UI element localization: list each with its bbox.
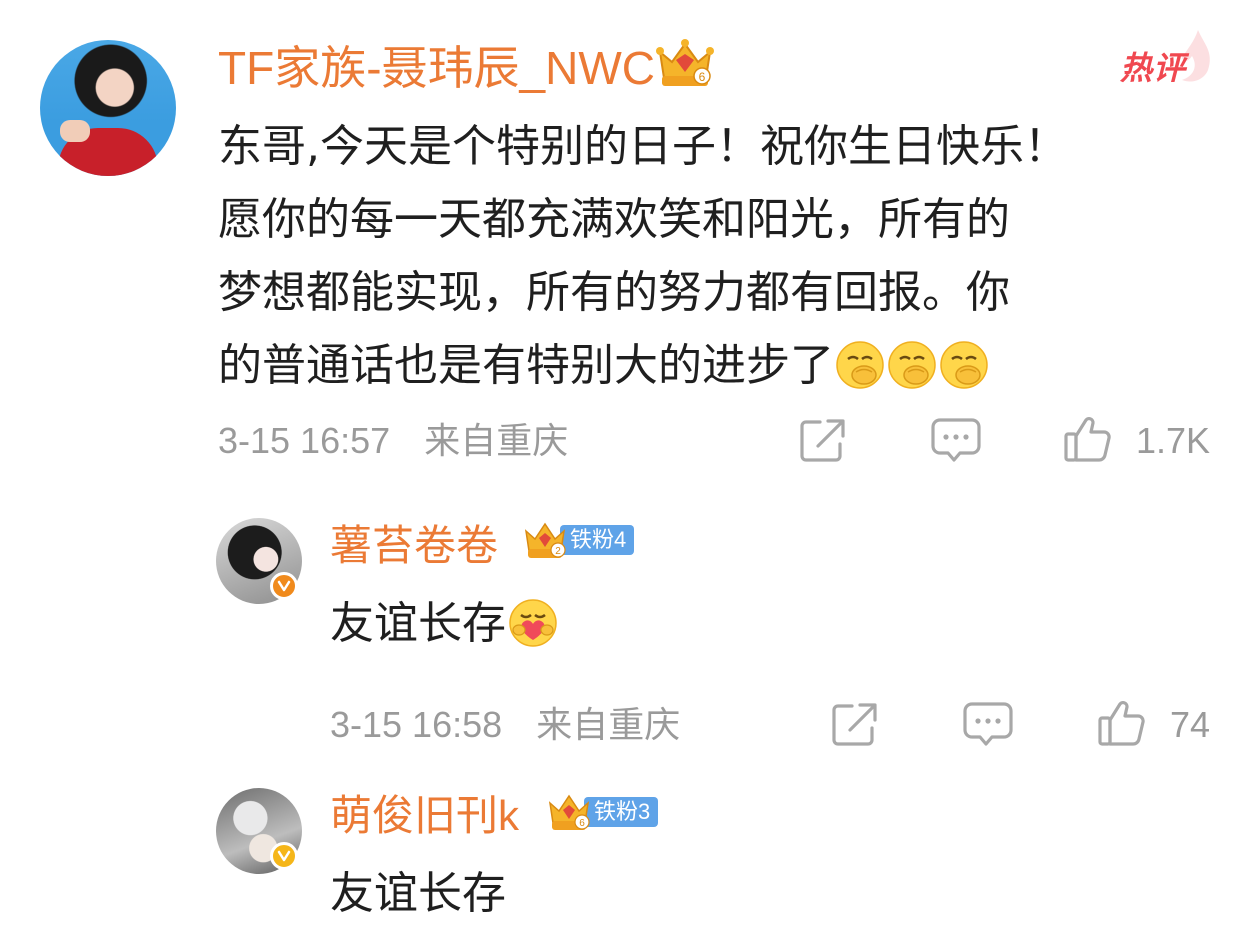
crown-level-label: 6 bbox=[699, 70, 706, 84]
reply-body: 友谊长存 bbox=[330, 594, 560, 654]
fan-level-badge: 6 铁粉3 bbox=[546, 794, 659, 830]
reply-meta: 3-15 16:58 来自重庆 bbox=[330, 700, 680, 750]
crown-badge-icon: 6 bbox=[548, 794, 590, 830]
location: 来自重庆 bbox=[424, 420, 569, 461]
comment-icon[interactable] bbox=[962, 700, 1014, 750]
timestamp: 3-15 16:57 bbox=[218, 420, 391, 461]
crown-badge-icon: 2 bbox=[524, 522, 566, 558]
like-count: 1.7K bbox=[1136, 420, 1211, 461]
reply-text: 友谊长存 bbox=[330, 868, 506, 919]
comment-line: 愿你的每一天都充满欢笑和阳光，所有的 bbox=[218, 194, 1010, 245]
share-icon[interactable] bbox=[830, 700, 880, 748]
crown-badge-icon: 6 bbox=[656, 39, 714, 86]
reply-username[interactable]: 萌俊旧刊k bbox=[330, 788, 519, 844]
avatar-hand bbox=[60, 120, 90, 142]
comment-line: 梦想都能实现，所有的努力都有回报。你 bbox=[218, 267, 1010, 318]
timestamp: 3-15 16:58 bbox=[330, 704, 503, 745]
share-icon[interactable] bbox=[798, 416, 848, 464]
comment-line-last: 的普通话也是有特别大的进步了 bbox=[218, 329, 1218, 402]
grin-hand-emoji-icon bbox=[888, 341, 936, 389]
reply-text: 友谊长存 bbox=[330, 598, 506, 649]
like-icon[interactable] bbox=[1096, 698, 1148, 748]
comment-line: 东哥,今天是个特别的日子！祝你生日快乐！ bbox=[218, 121, 1068, 172]
like-count: 74 bbox=[1170, 704, 1211, 745]
verified-badge-icon bbox=[270, 842, 298, 870]
comment-icon[interactable] bbox=[930, 416, 982, 466]
fan-level-badge: 2 铁粉4 bbox=[522, 522, 635, 558]
like-icon[interactable] bbox=[1062, 414, 1114, 464]
comment-body: 东哥,今天是个特别的日子！祝你生日快乐！ 愿你的每一天都充满欢笑和阳光，所有的 … bbox=[218, 110, 1218, 402]
comment-line-text: 的普通话也是有特别大的进步了 bbox=[218, 340, 834, 391]
fan-level-label: 铁粉4 bbox=[560, 525, 635, 555]
location: 来自重庆 bbox=[536, 704, 681, 745]
avatar[interactable] bbox=[40, 40, 176, 176]
verified-badge-icon bbox=[270, 572, 298, 600]
comment-meta: 3-15 16:57 来自重庆 bbox=[218, 416, 568, 466]
grin-hand-emoji-icon bbox=[940, 341, 988, 389]
fan-level-label: 铁粉3 bbox=[584, 797, 659, 827]
grin-hand-emoji-icon bbox=[836, 341, 884, 389]
comment-username[interactable]: TF家族-聂玮辰_NWC bbox=[218, 38, 655, 98]
hug-heart-emoji-icon bbox=[509, 599, 557, 647]
hot-comment-badge: 热评 bbox=[1120, 49, 1187, 87]
reply-username[interactable]: 薯苔卷卷 bbox=[330, 518, 498, 574]
crown-level-label: 2 bbox=[555, 546, 561, 557]
crown-level-label: 6 bbox=[579, 818, 585, 829]
